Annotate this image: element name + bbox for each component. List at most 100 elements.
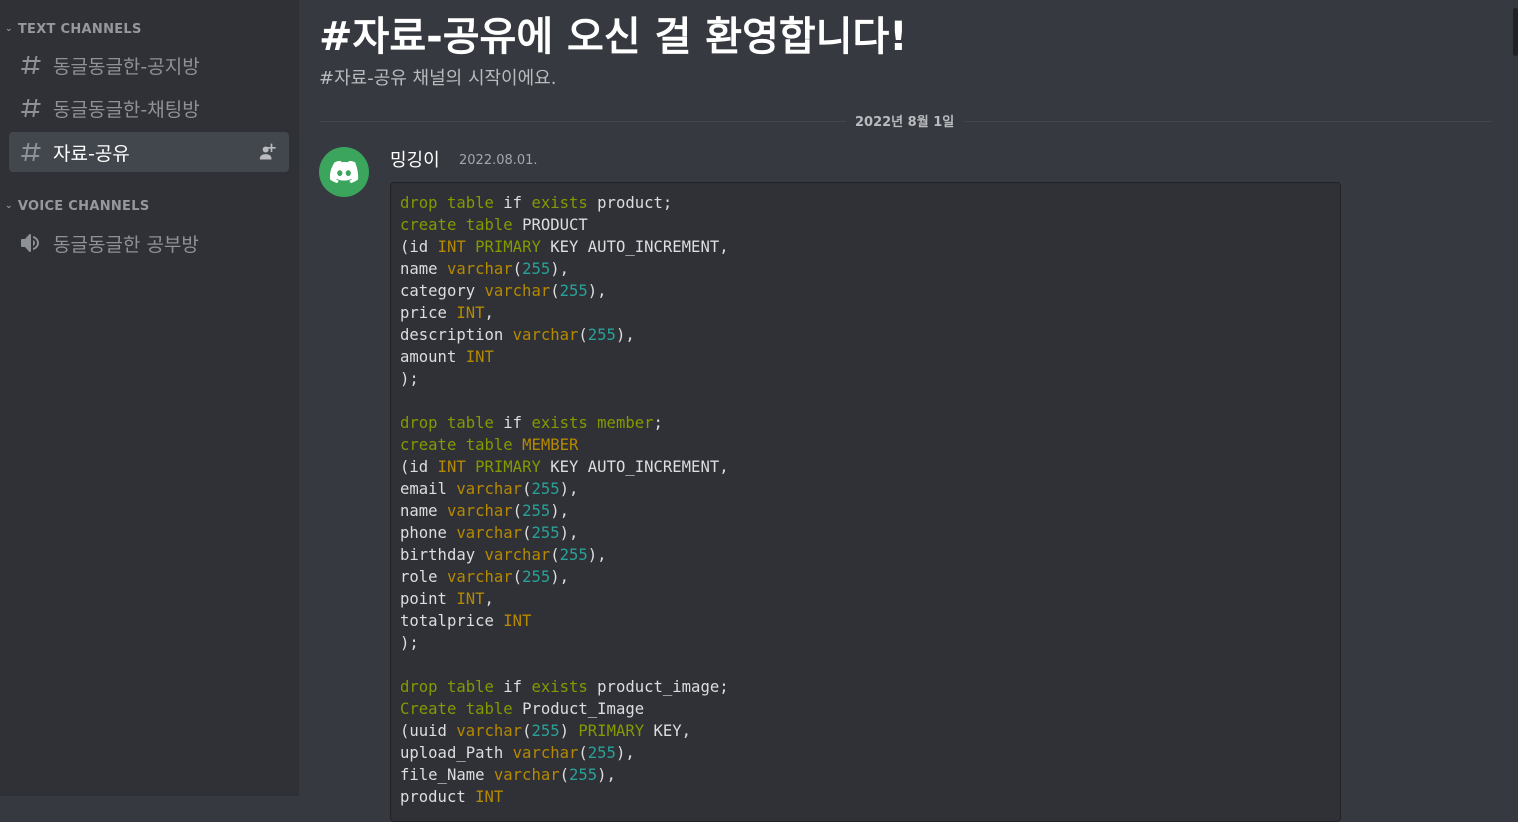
code-token: 255 [559, 546, 588, 564]
code-token: member [597, 414, 654, 432]
code-token: drop table [400, 678, 504, 696]
code-token: Create table [400, 700, 523, 718]
code-token: 255 [531, 480, 560, 498]
code-token: PRIMARY [475, 458, 551, 476]
code-token: INT [456, 304, 485, 322]
code-token: ), [559, 524, 579, 542]
code-token: ( [559, 766, 569, 784]
code-line: drop table if exists product_image; [400, 676, 1340, 698]
code-token: ), [615, 326, 635, 344]
code-token: varchar [446, 568, 513, 586]
code-token: ), [587, 282, 607, 300]
code-token: varchar [484, 546, 551, 564]
code-token: , [484, 590, 494, 608]
code-token: 255 [587, 744, 616, 762]
code-token: exists [531, 414, 598, 432]
code-token: varchar [512, 326, 579, 344]
code-token: category [400, 282, 485, 300]
code-line: upload_Path varchar(255), [400, 742, 1340, 764]
code-token: INT [437, 238, 476, 256]
code-token: PRODUCT [522, 216, 588, 234]
code-token: varchar [446, 260, 513, 278]
code-token: if [503, 678, 532, 696]
code-token: upload_Path [400, 744, 513, 762]
code-line: ); [400, 368, 1340, 390]
code-token: ); [400, 634, 419, 652]
code-token: drop table [400, 414, 504, 432]
code-token: ), [550, 260, 570, 278]
code-token: 255 [522, 260, 551, 278]
code-token: varchar [456, 722, 523, 740]
code-token: PRIMARY [578, 722, 654, 740]
code-token: role [400, 568, 447, 586]
code-line: drop table if exists product; [400, 192, 1340, 214]
code-line: role varchar(255), [400, 566, 1340, 588]
code-token: INT [465, 348, 494, 366]
code-token: drop table [400, 194, 504, 212]
code-line: create table PRODUCT [400, 214, 1340, 236]
code-token: 255 [522, 568, 551, 586]
date-divider: 2022년 8월 1일 [846, 111, 964, 130]
code-token: ), [550, 568, 570, 586]
code-token: ), [559, 480, 579, 498]
code-token: INT [475, 788, 504, 806]
code-line: email varchar(255), [400, 478, 1340, 500]
code-token: ( [550, 546, 560, 564]
code-token: birthday [400, 546, 485, 564]
code-line: price INT, [400, 302, 1340, 324]
code-token: ( [512, 260, 523, 278]
code-token: , [484, 304, 494, 322]
code-line: product INT [400, 786, 1340, 808]
code-token: price [400, 304, 457, 322]
message-author[interactable]: 밍깅이 [390, 146, 440, 172]
code-token: file_Name [400, 766, 494, 784]
code-token: (id [400, 458, 438, 476]
code-token: phone [400, 524, 457, 542]
code-token: varchar [456, 480, 523, 498]
code-token: ), [615, 744, 635, 762]
code-token: ( [550, 282, 560, 300]
code-token: varchar [484, 282, 551, 300]
code-token: if [503, 414, 532, 432]
code-token: varchar [493, 766, 560, 784]
code-token: create table [400, 436, 523, 454]
code-token: 255 [559, 282, 588, 300]
code-line: phone varchar(255), [400, 522, 1340, 544]
code-line: category varchar(255), [400, 280, 1340, 302]
code-token: if [503, 194, 532, 212]
code-token: 255 [569, 766, 598, 784]
code-token: (id [400, 238, 438, 256]
code-token: name [400, 260, 447, 278]
code-token: INT [437, 458, 476, 476]
code-line: (uuid varchar(255) PRIMARY KEY, [400, 720, 1340, 742]
code-token: product; [597, 194, 673, 212]
code-token: email [400, 480, 457, 498]
code-token: 255 [531, 524, 560, 542]
code-token: KEY AUTO_INCREMENT, [550, 458, 729, 476]
code-token: exists [531, 678, 598, 696]
code-token: Product_Image [522, 700, 645, 718]
code-token: KEY, [653, 722, 692, 740]
code-token: ); [400, 370, 419, 388]
code-line: Create table Product_Image [400, 698, 1340, 720]
code-token: varchar [512, 744, 579, 762]
code-line: point INT, [400, 588, 1340, 610]
code-token: ), [550, 502, 570, 520]
code-line: create table MEMBER [400, 434, 1340, 456]
code-token: ; [653, 414, 663, 432]
code-line: ); [400, 632, 1340, 654]
avatar[interactable] [319, 147, 369, 197]
message-timestamp: 2022.08.01. [459, 153, 538, 168]
welcome-subtitle: #자료-공유 채널의 시작이에요. [319, 68, 557, 89]
code-token: totalprice [400, 612, 504, 630]
code-line: (id INT PRIMARY KEY AUTO_INCREMENT, [400, 456, 1340, 478]
code-line: drop table if exists member; [400, 412, 1340, 434]
code-line: name varchar(255), [400, 500, 1340, 522]
code-token: ) [559, 722, 579, 740]
code-token: 255 [522, 502, 551, 520]
code-token: varchar [446, 502, 513, 520]
scrollbar-thumb[interactable] [1513, 8, 1518, 56]
code-token: ( [512, 568, 523, 586]
